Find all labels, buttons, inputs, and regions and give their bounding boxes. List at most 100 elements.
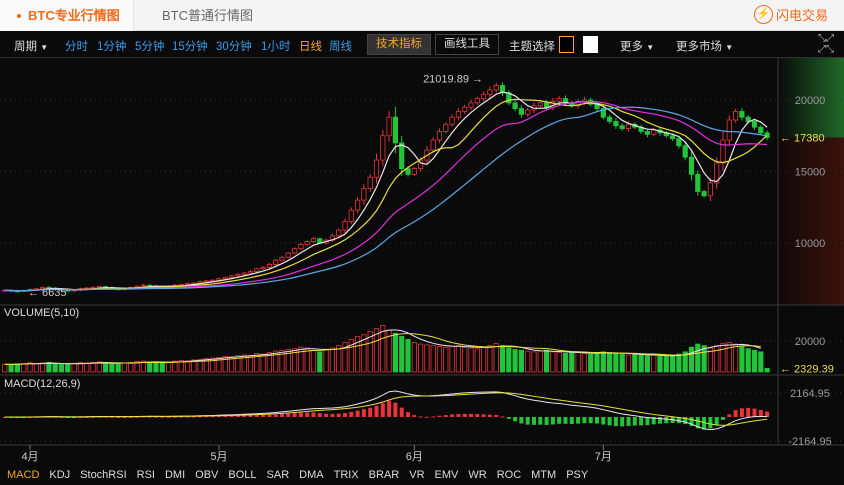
macd-histogram-bar — [613, 417, 618, 427]
macd-histogram-bar — [286, 413, 291, 417]
interval-daily[interactable]: 日线 — [299, 38, 322, 54]
theme-dark-swatch[interactable] — [559, 36, 574, 53]
macd-histogram-bar — [330, 413, 335, 417]
indicator-tab-kdj[interactable]: KDJ — [49, 465, 70, 485]
volume-bar — [260, 353, 266, 373]
tab-btc-pro-chart[interactable]: BTC专业行情图 — [0, 0, 134, 31]
indicator-tab-emv[interactable]: EMV — [435, 465, 459, 485]
volume-bar — [462, 346, 468, 373]
macd-histogram-bar — [336, 413, 341, 417]
macd-histogram-bar — [273, 414, 278, 417]
macd-histogram-bar — [254, 415, 259, 417]
volume-bar — [480, 346, 487, 373]
volume-bar — [424, 344, 430, 373]
indicator-tab-obv[interactable]: OBV — [195, 465, 218, 485]
macd-histogram-bar — [550, 417, 555, 425]
volume-bar — [165, 361, 172, 373]
indicator-tab-mtm[interactable]: MTM — [531, 465, 556, 485]
macd-histogram-bar — [607, 417, 612, 426]
indicator-tab-sar[interactable]: SAR — [267, 465, 290, 485]
macd-histogram-bar — [437, 415, 442, 417]
volume-bar — [745, 348, 751, 373]
macd-histogram-bar — [714, 417, 719, 425]
theme-light-swatch[interactable] — [583, 36, 598, 53]
macd-histogram-bar — [324, 413, 329, 417]
high-price-label: 21019.89 → — [423, 73, 483, 85]
logo-text: 闪电交易 — [775, 8, 828, 23]
volume-bar — [103, 362, 109, 373]
volume-bar — [625, 354, 632, 373]
interval-15m[interactable]: 15分钟 — [172, 38, 208, 54]
indicator-tab-stochrsi[interactable]: StochRSI — [80, 465, 126, 485]
volume-bar — [40, 362, 46, 373]
candle-body — [739, 111, 745, 118]
indicator-tab-wr[interactable]: WR — [468, 465, 486, 485]
macd-histogram-bar — [733, 410, 738, 417]
interval-30m[interactable]: 30分钟 — [216, 38, 252, 54]
interval-5m[interactable]: 5分钟 — [135, 38, 164, 54]
toolbar: 周期 ▼ 分时 1分钟 5分钟 15分钟 30分钟 1小时 日线 周线 技术指标… — [0, 31, 844, 58]
kline-chart[interactable]: 10000 15000 20000 4月 5月 6月 7月 21019.89 → ← 6635 ←… — [0, 58, 844, 465]
fullscreen-icon[interactable]: ⤡⤢ ⤢⤡ — [818, 33, 834, 55]
candle-body — [380, 135, 386, 161]
indicator-tab-dmi[interactable]: DMI — [165, 465, 185, 485]
candle-body — [607, 116, 613, 122]
macd-histogram-bar — [406, 412, 410, 417]
macd-histogram-bar — [317, 413, 322, 417]
candle-body — [342, 221, 348, 231]
candle-body — [222, 276, 228, 280]
caret-down-icon: ▼ — [40, 43, 49, 52]
period-dropdown[interactable]: 周期 ▼ — [14, 38, 48, 54]
tab-btc-normal-chart[interactable]: BTC普通行情图 — [162, 0, 253, 31]
macd-histogram-bar — [513, 417, 518, 422]
indicator-tab-dma[interactable]: DMA — [299, 465, 323, 485]
macd-histogram-bar — [412, 415, 417, 417]
candle-body — [449, 116, 455, 125]
volume-bar — [443, 346, 449, 373]
macd-histogram-bar — [494, 415, 499, 417]
macd-histogram-bar — [393, 402, 398, 417]
drawing-tools-button[interactable]: 画线工具 — [435, 34, 499, 55]
volume-bar — [588, 353, 594, 373]
indicator-tab-vr[interactable]: VR — [409, 465, 424, 485]
indicators-button[interactable]: 技术指标 — [367, 34, 431, 55]
indicator-tab-macd[interactable]: MACD — [7, 465, 39, 485]
volume-bar — [676, 353, 682, 373]
candle-body — [512, 102, 518, 109]
interval-1m[interactable]: 1分钟 — [97, 38, 126, 54]
volume-bar — [544, 349, 550, 373]
candle-body — [733, 111, 739, 121]
macd-histogram-bar — [343, 413, 347, 417]
indicator-tab-trix[interactable]: TRIX — [334, 465, 359, 485]
indicator-tab-roc[interactable]: ROC — [497, 465, 521, 485]
volume-bar — [531, 351, 537, 373]
ma30-line — [4, 106, 768, 292]
indicator-tab-psy[interactable]: PSY — [566, 465, 588, 485]
more-markets-dropdown[interactable]: 更多市场 ▼ — [676, 38, 733, 54]
interval-fenshi[interactable]: 分时 — [65, 38, 88, 54]
volume-bar — [474, 348, 480, 373]
more-dropdown[interactable]: 更多 ▼ — [620, 38, 654, 54]
lightning-icon: ⚡ — [753, 5, 773, 24]
macd-histogram-bar — [538, 417, 543, 425]
interval-weekly[interactable]: 周线 — [329, 38, 352, 54]
volume-bar — [714, 345, 720, 373]
interval-1h[interactable]: 1小时 — [261, 38, 290, 54]
candle-body — [361, 188, 367, 201]
month-label: 5月 — [210, 451, 227, 463]
indicator-tab-brar[interactable]: BRAR — [369, 465, 400, 485]
candle-body — [285, 252, 291, 258]
macd-histogram-bar — [632, 417, 637, 426]
volume-bar — [65, 363, 71, 373]
price-tick-label: 20000 — [795, 95, 826, 107]
candle-body — [682, 145, 688, 158]
candle-body — [399, 142, 405, 170]
flash-trade-link[interactable]: ⚡ 闪电交易 — [753, 5, 828, 24]
indicator-tab-rsi[interactable]: RSI — [137, 465, 155, 485]
candle-body — [411, 168, 417, 175]
indicator-tab-boll[interactable]: BOLL — [228, 465, 256, 485]
candle-body — [348, 209, 354, 222]
caret-down-icon: ▼ — [725, 43, 734, 52]
volume-bar — [663, 356, 669, 373]
theme-label: 主题选择 — [509, 41, 555, 53]
